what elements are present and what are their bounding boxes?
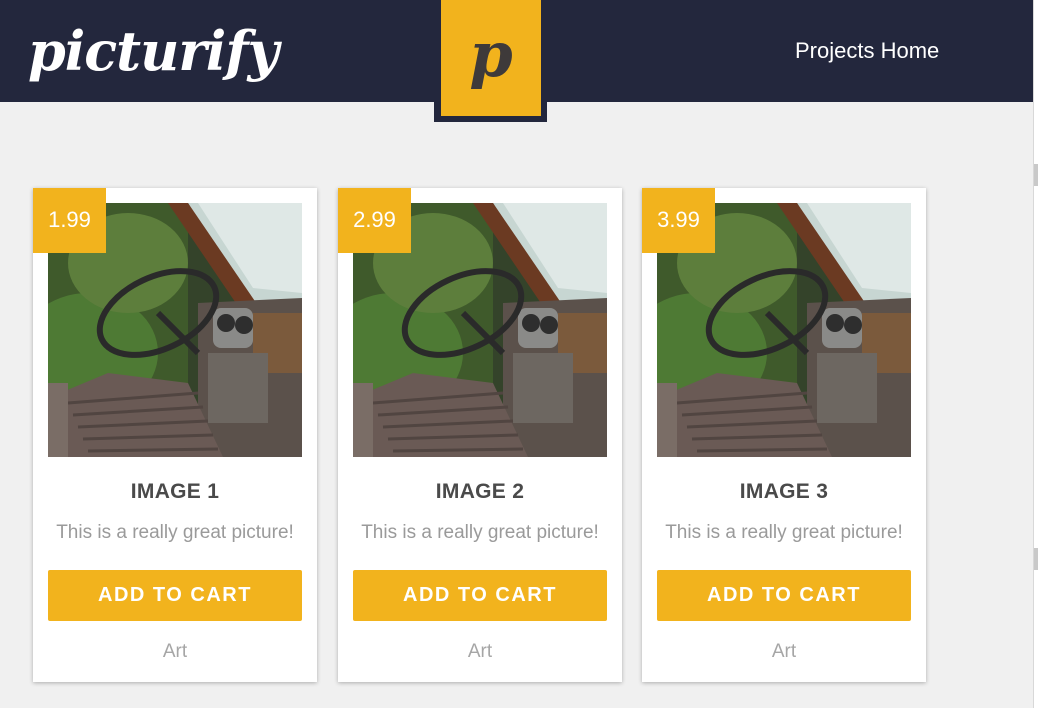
card-category: Art xyxy=(771,641,797,662)
logo-badge[interactable]: p xyxy=(441,0,541,116)
card-title: IMAGE 3 xyxy=(739,480,829,503)
card-title: IMAGE 2 xyxy=(435,480,525,503)
scrollbar-mark xyxy=(1034,548,1038,570)
product-card: 3.99 IMAGE 3 This is a really great pict… xyxy=(642,188,926,682)
nav-link-projects-home[interactable]: Projects Home xyxy=(795,36,939,66)
card-description: This is a really great picture! xyxy=(665,522,903,543)
product-card: 2.99 IMAGE 2 This is a really great pict… xyxy=(338,188,622,682)
card-description: This is a really great picture! xyxy=(56,522,294,543)
card-category: Art xyxy=(467,641,493,662)
card-category: Art xyxy=(162,641,188,662)
logo-letter: p xyxy=(469,17,513,91)
price-badge: 3.99 xyxy=(642,188,715,253)
price-badge: 1.99 xyxy=(33,188,106,253)
product-card: 1.99 IMAGE 1 This is a really great pict… xyxy=(33,188,317,682)
add-to-cart-button[interactable]: ADD TO CART xyxy=(48,570,302,621)
scrollbar-mark xyxy=(1034,164,1038,186)
price-badge: 2.99 xyxy=(338,188,411,253)
brand-logo-text[interactable]: picturify xyxy=(28,16,279,86)
card-description: This is a really great picture! xyxy=(361,522,599,543)
add-to-cart-button[interactable]: ADD TO CART xyxy=(657,570,911,621)
add-to-cart-button[interactable]: ADD TO CART xyxy=(353,570,607,621)
window-edge xyxy=(1033,0,1038,708)
card-title: IMAGE 1 xyxy=(130,480,220,503)
